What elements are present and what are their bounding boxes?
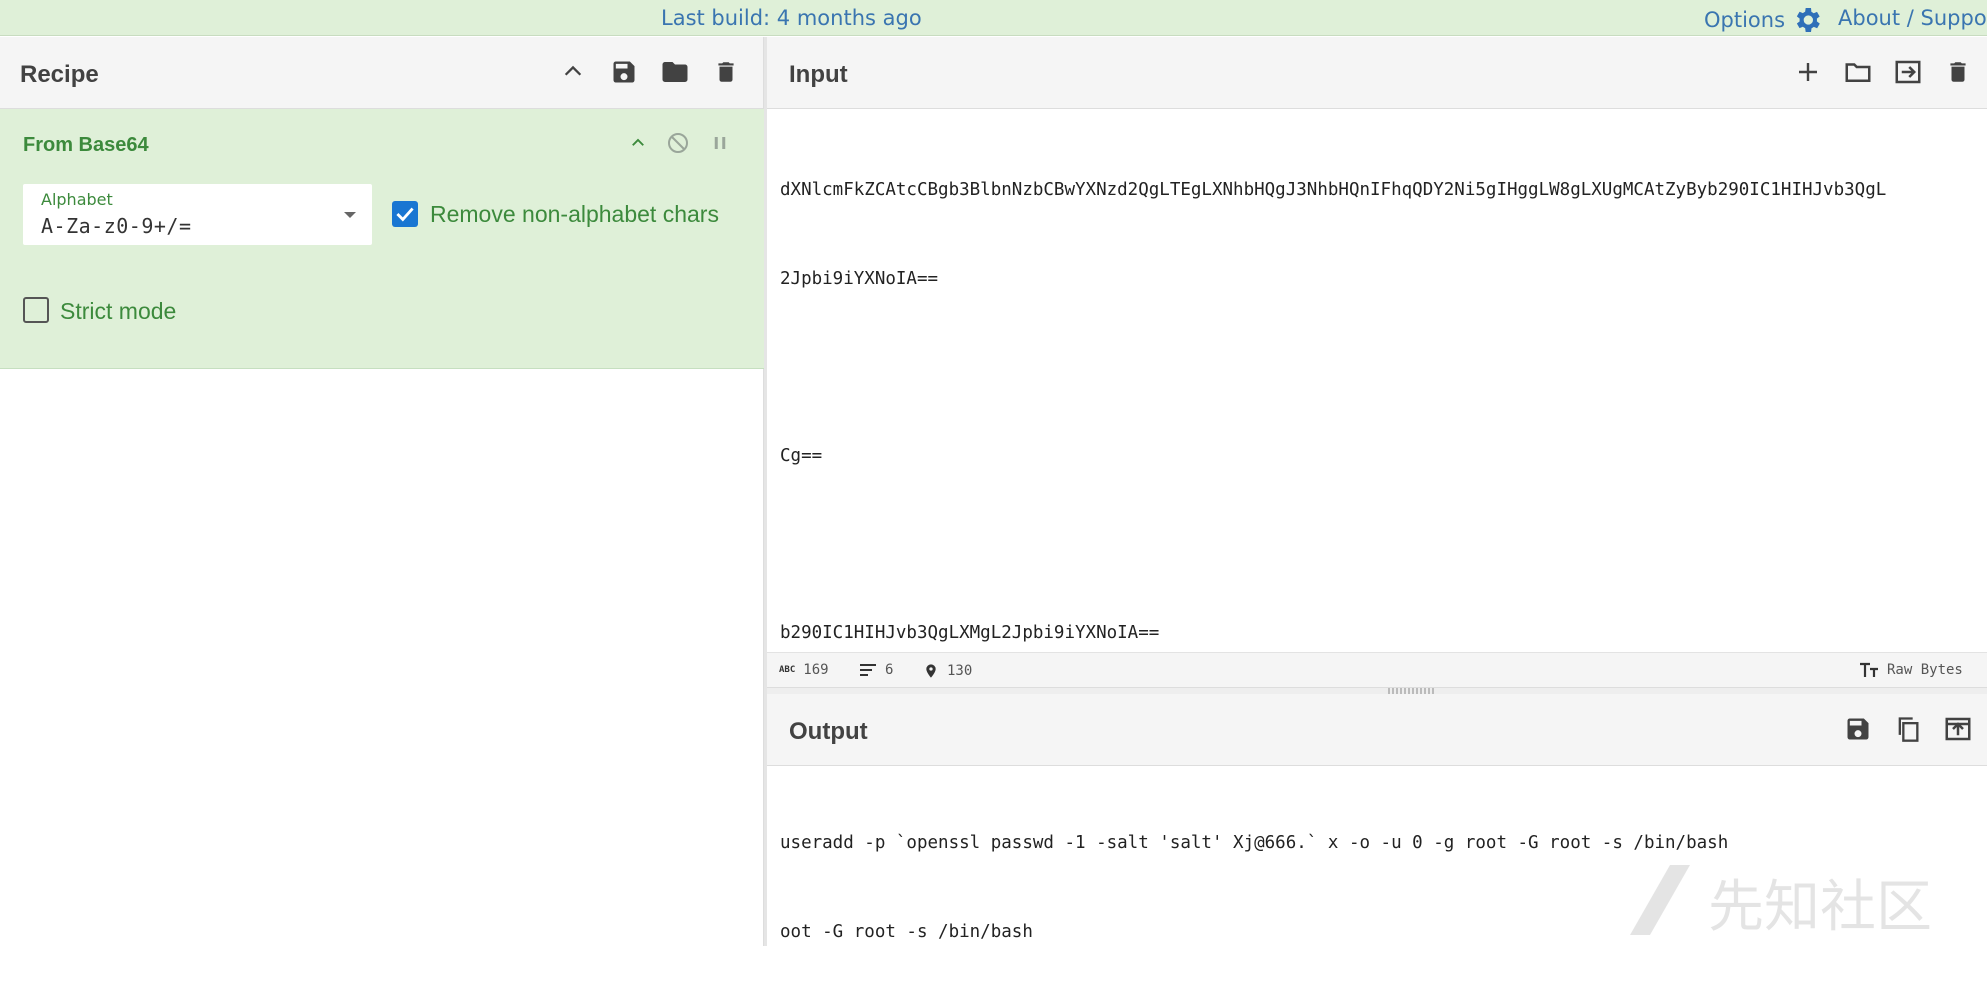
line-count: 6 (859, 662, 893, 678)
open-file-button[interactable] (1841, 55, 1875, 89)
save-recipe-button[interactable] (607, 55, 641, 89)
watermark-text: 先知社区 (1708, 875, 1932, 940)
folder-icon (662, 62, 688, 82)
top-bar: Last build: 4 months ago Options About /… (0, 0, 1987, 36)
options-link[interactable]: Options (1704, 4, 1823, 36)
clear-input-button[interactable] (1941, 55, 1975, 89)
input-textarea[interactable]: dXNlcmFkZCAtcCBgb3BlbnNzbCBwYXNzd2QgLTEg… (780, 117, 1886, 707)
output-header: Output (767, 694, 1987, 766)
copy-icon (1898, 717, 1919, 742)
output-textarea[interactable]: useradd -p `openssl passwd -1 -salt 'sal… (780, 770, 1728, 1006)
clear-recipe-button[interactable] (709, 55, 743, 89)
input-title: Input (789, 61, 848, 88)
input-line: b290IC1HIHJvb3QgLXMgL2Jpbi9iYXNoIA== (780, 622, 1160, 643)
chevron-up-icon (632, 138, 644, 146)
strict-mode-checkbox[interactable] (23, 297, 49, 323)
strict-mode-label: Strict mode (60, 298, 177, 324)
recipe-title: Recipe (20, 61, 99, 88)
input-line: ​ (780, 530, 1886, 560)
abc-icon: ABC (779, 665, 796, 675)
output-line: oot -G root -s /bin/bash (780, 921, 1033, 942)
input-line: 2Jpbi9iYXNoIA== (780, 268, 939, 289)
about-support-link[interactable]: About / Support (1838, 6, 1987, 30)
chevron-down-icon (344, 212, 356, 218)
check-icon (396, 207, 414, 222)
alphabet-value: A-Za-z0-9+/= (41, 214, 192, 238)
encoding-value: Raw Bytes (1887, 662, 1963, 678)
last-build-text: Last build: 4 months ago (661, 6, 922, 30)
operation-from-base64[interactable]: From Base64 Alphabet A-Za-z0-9+/= Remove… (0, 109, 764, 369)
operation-title: From Base64 (23, 134, 149, 156)
input-line: dXNlcmFkZCAtcCBgb3BlbnNzbCBwYXNzd2QgLTEg… (780, 180, 1887, 200)
input-status-bar: ABC 169 6 130 Raw Bytes (767, 652, 1987, 688)
replace-input-button[interactable] (1941, 712, 1975, 746)
watermark-logo: 先知社区 (1620, 860, 1980, 940)
input-line: Cg== (780, 445, 823, 466)
plus-icon (1799, 63, 1817, 81)
remove-non-alphabet-label: Remove non-alphabet chars (430, 201, 719, 227)
text-size-icon (1860, 662, 1878, 677)
trash-icon (718, 62, 734, 82)
load-recipe-button[interactable] (658, 55, 692, 89)
watermark-mark-icon (1630, 865, 1690, 935)
remove-non-alphabet-checkbox[interactable] (392, 201, 418, 227)
add-input-tab-button[interactable] (1791, 55, 1825, 89)
char-count: ABC 169 (779, 662, 829, 678)
recipe-header: Recipe (0, 37, 763, 109)
alphabet-label: Alphabet (41, 190, 113, 209)
line-count-value: 6 (885, 662, 894, 678)
location-pin-icon (926, 664, 936, 678)
cursor-position: 130 (923, 662, 972, 680)
save-icon (1847, 718, 1869, 740)
save-output-button[interactable] (1841, 712, 1875, 746)
input-panel: Input dXNlcmFkZCAtcCBgb3BlbnNzbCBwYXNzd2… (767, 37, 1987, 687)
disable-icon (668, 133, 688, 153)
encoding-selector[interactable]: Raw Bytes (1859, 662, 1963, 678)
lines-icon (860, 664, 876, 676)
import-file-button[interactable] (1891, 55, 1925, 89)
upload-icon (1945, 717, 1971, 741)
gear-icon (1796, 8, 1820, 32)
collapse-operation-button[interactable] (622, 127, 654, 159)
pause-icon (714, 137, 726, 149)
folder-open-icon (1845, 63, 1871, 82)
output-title: Output (789, 718, 868, 745)
options-label: Options (1704, 8, 1786, 32)
import-icon (1895, 60, 1921, 84)
save-icon (613, 61, 635, 83)
collapse-all-button[interactable] (556, 55, 590, 89)
breakpoint-button[interactable] (704, 127, 736, 159)
input-header: Input (767, 37, 1987, 109)
trash-icon (1950, 62, 1966, 82)
input-line: ​ (780, 353, 1886, 383)
chevron-up-icon (564, 65, 582, 76)
char-count-value: 169 (803, 662, 829, 678)
disable-operation-button[interactable] (662, 127, 694, 159)
output-line: useradd -p `openssl passwd -1 -salt 'sal… (780, 833, 1729, 853)
copy-output-button[interactable] (1891, 712, 1925, 746)
alphabet-select[interactable]: Alphabet A-Za-z0-9+/= (23, 184, 372, 245)
recipe-panel: Recipe From Base64 Alphabet A-Za-z0-9+/= (0, 37, 764, 946)
cursor-position-value: 130 (947, 663, 973, 679)
